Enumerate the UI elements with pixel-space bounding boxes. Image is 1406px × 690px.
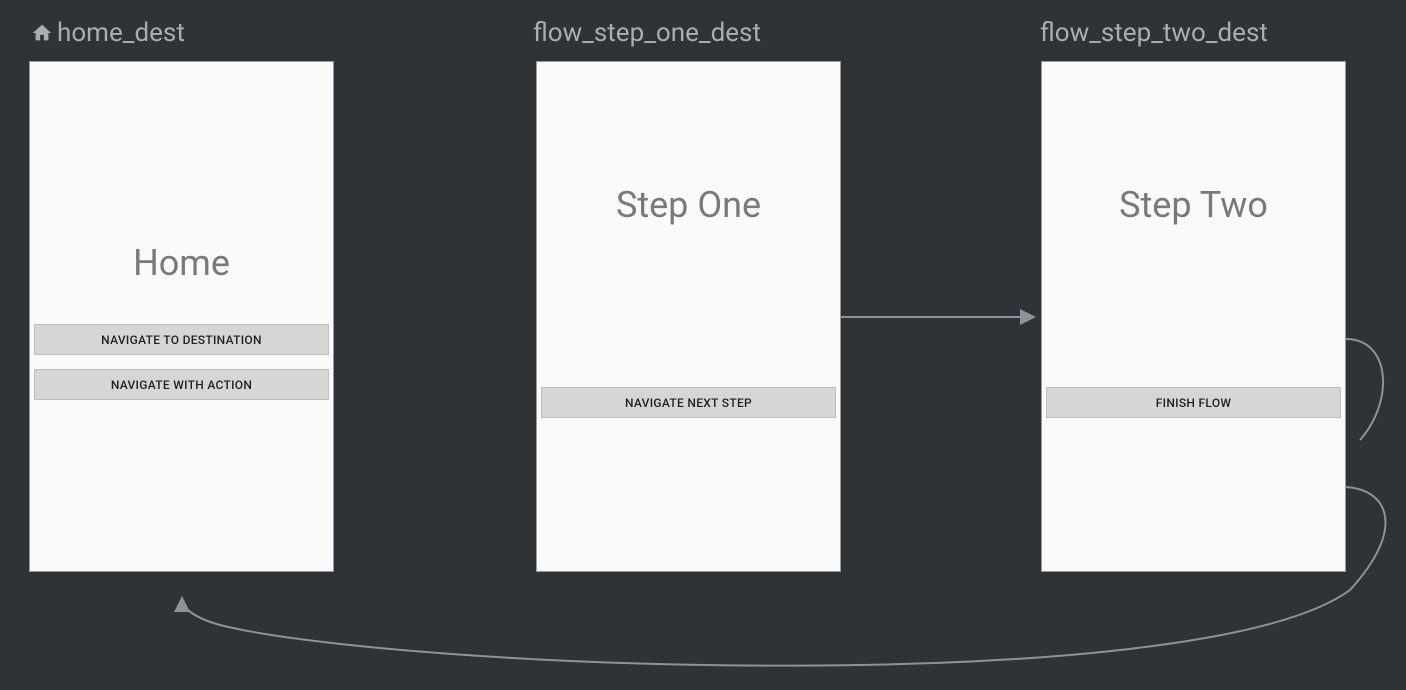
dest-label-step-two: flow_step_two_dest (1040, 18, 1268, 48)
dest-label-home-text: home_dest (57, 18, 185, 48)
dest-label-home: home_dest (31, 18, 185, 48)
screen-step-two-title: Step Two (1042, 184, 1345, 226)
screen-step-one-title: Step One (537, 184, 840, 226)
arrow-step-two-right-curve (1346, 339, 1383, 440)
screen-step-one[interactable]: Step One NAVIGATE NEXT STEP (536, 61, 841, 572)
dest-label-step-one: flow_step_one_dest (533, 18, 761, 48)
button-finish-flow[interactable]: FINISH FLOW (1046, 387, 1341, 418)
button-navigate-next-step[interactable]: NAVIGATE NEXT STEP (541, 387, 836, 418)
screen-home-title: Home (30, 242, 333, 284)
button-navigate-to-destination[interactable]: NAVIGATE TO DESTINATION (34, 324, 329, 355)
home-icon (31, 22, 53, 44)
button-navigate-with-action[interactable]: NAVIGATE WITH ACTION (34, 369, 329, 400)
dest-label-step-one-text: flow_step_one_dest (533, 18, 761, 48)
screen-step-two[interactable]: Step Two FINISH FLOW (1041, 61, 1346, 572)
screen-home[interactable]: Home NAVIGATE TO DESTINATION NAVIGATE WI… (29, 61, 334, 572)
dest-label-step-two-text: flow_step_two_dest (1040, 18, 1268, 48)
